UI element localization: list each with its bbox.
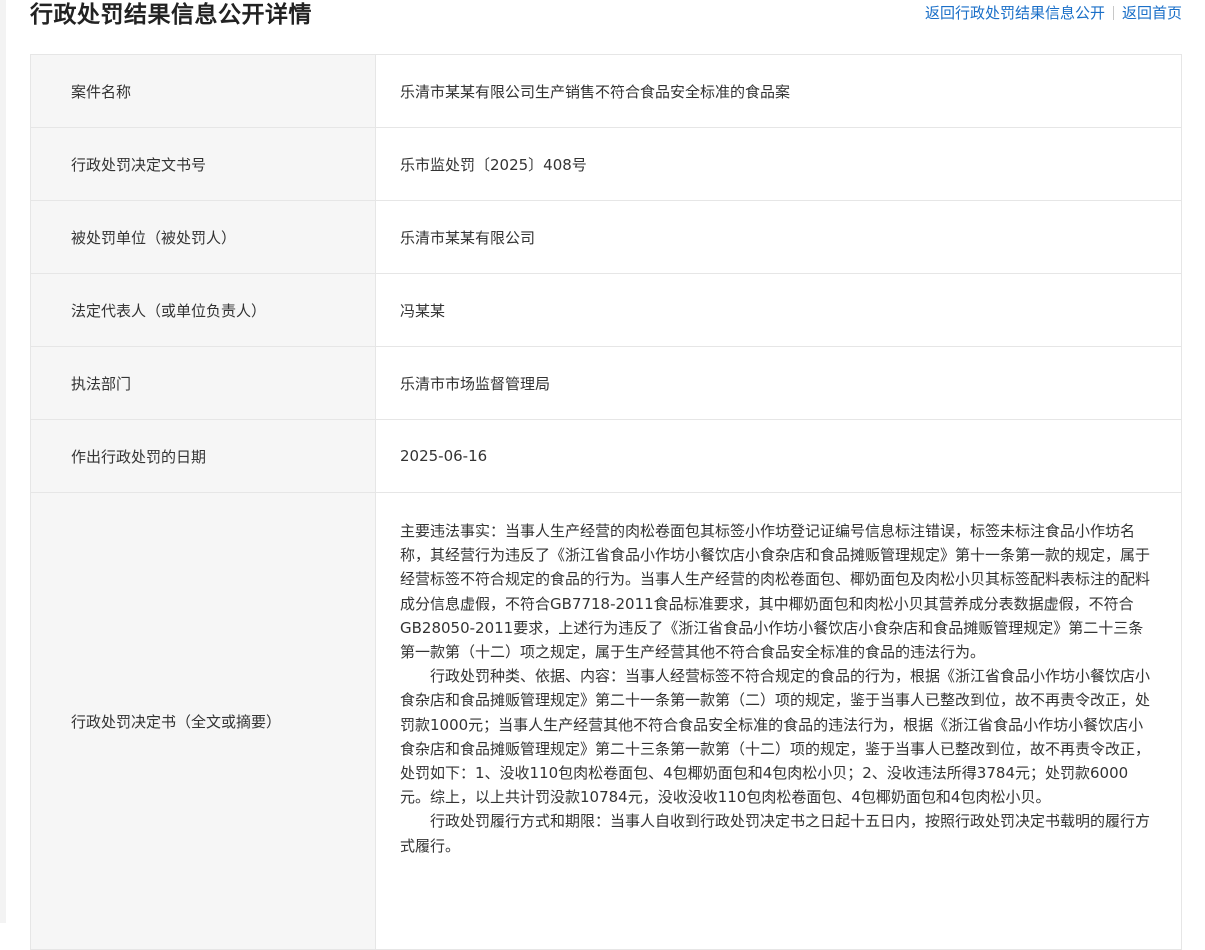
performance-deadline-paragraph: 行政处罚履行方式和期限：当事人自收到行政处罚决定书之日起十五日内，按照行政处罚决…: [400, 812, 1151, 855]
decision-date-label: 作出行政处罚的日期: [30, 419, 376, 493]
header-links: 返回行政处罚结果信息公开 返回首页: [925, 2, 1182, 24]
decision-date-value: 2025-06-16: [375, 419, 1182, 493]
legal-representative-value: 冯某某: [375, 273, 1182, 347]
table-row-penalized-party: 被处罚单位（被处罚人） 乐清市某某有限公司: [30, 200, 1182, 274]
page-left-edge: [0, 0, 6, 923]
table-row-decision-document: 行政处罚决定书（全文或摘要） 主要违法事实：当事人生产经营的肉松卷面包其标签小作…: [30, 492, 1182, 950]
back-to-list-link[interactable]: 返回行政处罚结果信息公开: [925, 2, 1105, 24]
case-name-label: 案件名称: [30, 54, 376, 128]
penalty-info-table: 案件名称 乐清市某某有限公司生产销售不符合食品安全标准的食品案 行政处罚决定文书…: [30, 54, 1182, 950]
enforcement-department-label: 执法部门: [30, 346, 376, 420]
case-name-value: 乐清市某某有限公司生产销售不符合食品安全标准的食品案: [375, 54, 1182, 128]
table-row-document-number: 行政处罚决定文书号 乐市监处罚〔2025〕408号: [30, 127, 1182, 201]
page-title: 行政处罚结果信息公开详情: [30, 2, 312, 28]
penalized-party-value: 乐清市某某有限公司: [375, 200, 1182, 274]
table-row-enforcement-department: 执法部门 乐清市市场监督管理局: [30, 346, 1182, 420]
table-row-decision-date: 作出行政处罚的日期 2025-06-16: [30, 419, 1182, 493]
violation-facts-paragraph: 主要违法事实：当事人生产经营的肉松卷面包其标签小作坊登记证编号信息标注错误，标签…: [400, 522, 1151, 662]
page-header: 行政处罚结果信息公开详情 返回行政处罚结果信息公开 返回首页: [30, 0, 1182, 34]
penalized-party-label: 被处罚单位（被处罚人）: [30, 200, 376, 274]
document-number-label: 行政处罚决定文书号: [30, 127, 376, 201]
decision-document-content: 主要违法事实：当事人生产经营的肉松卷面包其标签小作坊登记证编号信息标注错误，标签…: [375, 492, 1182, 950]
decision-document-label: 行政处罚决定书（全文或摘要）: [30, 492, 376, 950]
legal-representative-label: 法定代表人（或单位负责人）: [30, 273, 376, 347]
table-row-case-name: 案件名称 乐清市某某有限公司生产销售不符合食品安全标准的食品案: [30, 54, 1182, 128]
table-row-legal-representative: 法定代表人（或单位负责人） 冯某某: [30, 273, 1182, 347]
document-number-value: 乐市监处罚〔2025〕408号: [375, 127, 1182, 201]
back-to-home-link[interactable]: 返回首页: [1122, 2, 1182, 24]
link-divider: [1112, 6, 1114, 20]
penalty-basis-paragraph: 行政处罚种类、依据、内容：当事人经营标签不符合规定的食品的行为，根据《浙江省食品…: [400, 667, 1151, 807]
enforcement-department-value: 乐清市市场监督管理局: [375, 346, 1182, 420]
